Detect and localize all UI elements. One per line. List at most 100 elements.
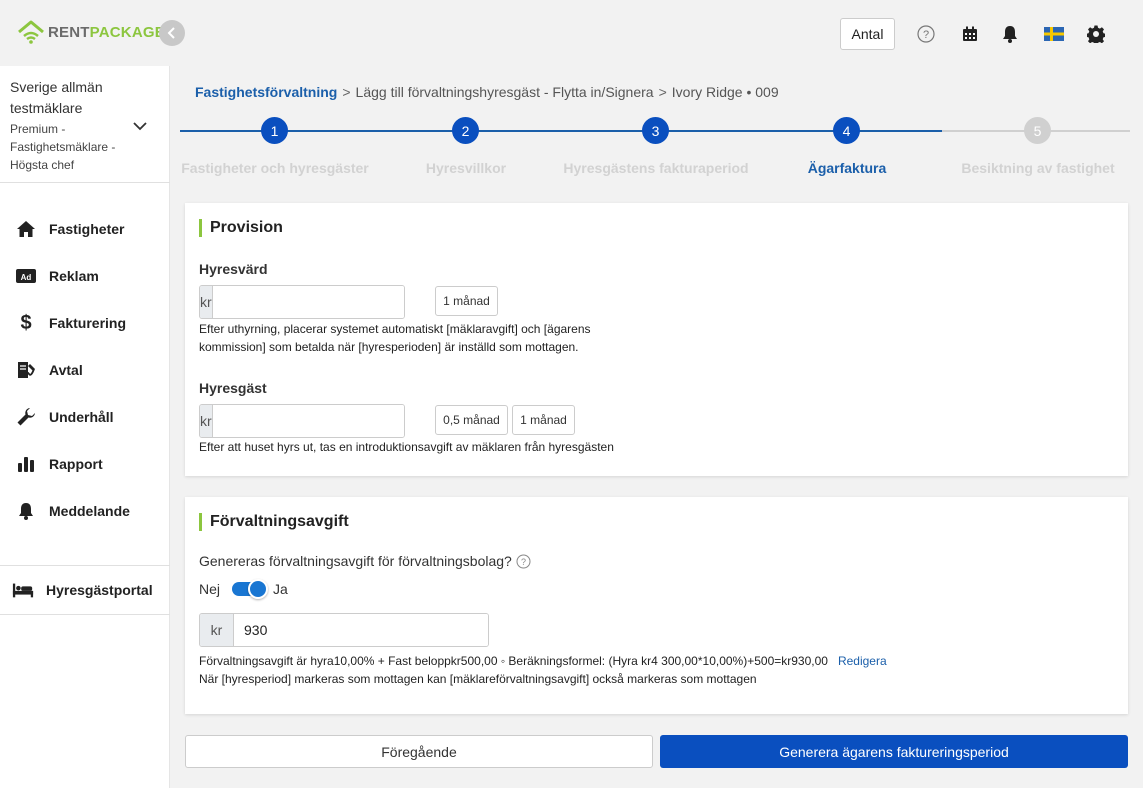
management-fee-toggle[interactable] (232, 579, 269, 599)
progress-stepper: 1 2 3 4 5 Fastigheter och hyresgäster Hy… (180, 116, 1130, 186)
account-name: Sverige allmän testmäklare (10, 79, 103, 116)
management-fee-question: Genereras förvaltningsavgift för förvalt… (199, 553, 531, 569)
contract-icon (15, 359, 37, 381)
wifi-home-logo-icon (18, 20, 44, 44)
tenant-commission-input[interactable] (212, 405, 404, 437)
sidebar-item-label: Fakturering (49, 315, 127, 331)
antal-button[interactable]: Antal (840, 18, 895, 50)
sidebar-item-fakturering[interactable]: $ Fakturering (0, 303, 170, 343)
account-switcher[interactable]: Sverige allmän testmäklare Premium - Fas… (0, 66, 170, 183)
step-2-label[interactable]: Hyresvillkor (426, 160, 506, 176)
chevron-down-icon[interactable] (132, 118, 148, 134)
step-4-circle[interactable]: 4 (833, 117, 860, 144)
sidebar-item-meddelande[interactable]: Meddelande (0, 491, 170, 531)
ad-icon: Ad (15, 265, 37, 287)
tenant-commission-input-group: kr (199, 404, 405, 438)
top-bar: RENTPACKAGE Antal ? (0, 0, 1143, 66)
breadcrumb-current: Ivory Ridge • 009 (671, 84, 779, 100)
sidebar-item-label: Fastigheter (49, 221, 125, 237)
formula-text: Förvaltningsavgift är hyra10,00% + Fast … (199, 654, 828, 668)
svg-text:?: ? (923, 29, 929, 41)
landlord-label: Hyresvärd (199, 261, 268, 277)
sidebar: Sverige allmän testmäklare Premium - Fas… (0, 66, 170, 788)
management-fee-formula: Förvaltningsavgift är hyra10,00% + Fast … (199, 652, 887, 688)
help-icon[interactable]: ? (516, 554, 531, 569)
step-1-circle[interactable]: 1 (261, 117, 288, 144)
edit-link[interactable]: Redigera (838, 654, 887, 668)
management-fee-input-group: kr (199, 613, 489, 647)
management-fee-card: Förvaltningsavgift Genereras förvaltning… (185, 497, 1128, 714)
tenant-half-month-button[interactable]: 0,5 månad (435, 405, 508, 435)
logo[interactable]: RENTPACKAGE (16, 18, 165, 46)
currency-prefix: kr (200, 614, 234, 646)
bed-icon (12, 579, 34, 601)
step-3-circle[interactable]: 3 (642, 117, 669, 144)
management-fee-input[interactable] (234, 614, 488, 646)
sidebar-item-fastigheter[interactable]: Fastigheter (0, 209, 170, 249)
bell-icon (15, 500, 37, 522)
calendar-icon[interactable] (960, 24, 980, 44)
landlord-commission-input[interactable] (212, 286, 404, 318)
wrench-icon (15, 406, 37, 428)
currency-prefix: kr (200, 405, 213, 437)
sidebar-item-label: Meddelande (49, 503, 130, 519)
provision-card: Provision Hyresvärd kr 1 månad Efter uth… (185, 203, 1128, 476)
management-fee-toggle-row: Nej Ja (199, 579, 288, 599)
sidebar-item-reklam[interactable]: Ad Reklam (0, 256, 170, 296)
sidebar-item-label: Rapport (49, 456, 103, 472)
management-fee-question-text: Genereras förvaltningsavgift för förvalt… (199, 553, 512, 569)
home-icon (15, 218, 37, 240)
step-5-circle[interactable]: 5 (1024, 117, 1051, 144)
sidebar-item-rapport[interactable]: Rapport (0, 444, 170, 484)
step-4-label-active[interactable]: Ägarfaktura (808, 160, 887, 176)
breadcrumb-separator: > (658, 84, 667, 100)
collapse-sidebar-button[interactable] (159, 20, 185, 46)
dollar-icon: $ (20, 311, 32, 334)
management-fee-title: Förvaltningsavgift (199, 513, 349, 531)
step-2-circle[interactable]: 2 (452, 117, 479, 144)
breadcrumb: Fastighetsförvaltning > Lägg till förvaltn… (195, 84, 779, 100)
toggle-on-label: Ja (273, 581, 288, 597)
account-role: Premium - Fastighetsmäklare - Högsta che… (10, 122, 116, 172)
currency-prefix: kr (200, 286, 213, 318)
landlord-hint-line-2: kommission] som betalda när [hyresperiod… (199, 340, 579, 354)
sidebar-item-label: Hyresgästportal (46, 582, 153, 598)
sidebar-item-label: Avtal (49, 362, 83, 378)
landlord-hint: Efter uthyrning, placerar systemet autom… (199, 320, 591, 356)
breadcrumb-item: Lägg till förvaltningshyresgäst - Flytta… (355, 84, 654, 100)
help-icon[interactable]: ? (916, 24, 936, 44)
sidebar-item-label: Underhåll (49, 409, 114, 425)
logo-text-rent: RENT (48, 23, 90, 41)
management-fee-note: När [hyresperiod] markeras som mottagen … (199, 672, 757, 686)
provision-title: Provision (199, 219, 283, 237)
generate-owner-invoice-button[interactable]: Generera ägarens faktureringsperiod (660, 735, 1128, 768)
step-3-label[interactable]: Hyresgästens fakturaperiod (563, 160, 748, 176)
tenant-1-month-button[interactable]: 1 månad (512, 405, 575, 435)
svg-text:?: ? (521, 557, 526, 567)
landlord-commission-input-group: kr (199, 285, 405, 319)
landlord-1-month-button[interactable]: 1 månad (435, 286, 498, 316)
gear-icon[interactable] (1086, 24, 1106, 44)
sidebar-item-label: Reklam (49, 268, 99, 284)
breadcrumb-separator: > (342, 84, 351, 100)
step-5-label[interactable]: Besiktning av fastighet (961, 160, 1114, 176)
bar-chart-icon (15, 453, 37, 475)
toggle-knob (248, 579, 269, 599)
bell-icon[interactable] (1000, 24, 1020, 44)
stepper-line-completed (180, 130, 942, 132)
sidebar-item-underhall[interactable]: Underhåll (0, 397, 170, 437)
swedish-flag-icon[interactable] (1043, 24, 1065, 44)
sidebar-item-hyresgastportal[interactable]: Hyresgästportal (0, 565, 170, 615)
svg-text:Ad: Ad (21, 273, 32, 282)
step-1-label[interactable]: Fastigheter och hyresgäster (181, 160, 369, 176)
tenant-label: Hyresgäst (199, 380, 267, 396)
logo-text: RENTPACKAGE (48, 24, 165, 41)
sidebar-item-avtal[interactable]: Avtal (0, 350, 170, 390)
chevron-left-icon (167, 27, 175, 39)
previous-button[interactable]: Föregående (185, 735, 653, 768)
breadcrumb-link-fastighetsforvaltning[interactable]: Fastighetsförvaltning (195, 84, 337, 100)
toggle-off-label: Nej (199, 581, 221, 597)
tenant-hint: Efter att huset hyrs ut, tas en introduk… (199, 440, 614, 454)
landlord-hint-line-1: Efter uthyrning, placerar systemet autom… (199, 322, 591, 336)
logo-text-package: PACKAGE (89, 23, 165, 41)
